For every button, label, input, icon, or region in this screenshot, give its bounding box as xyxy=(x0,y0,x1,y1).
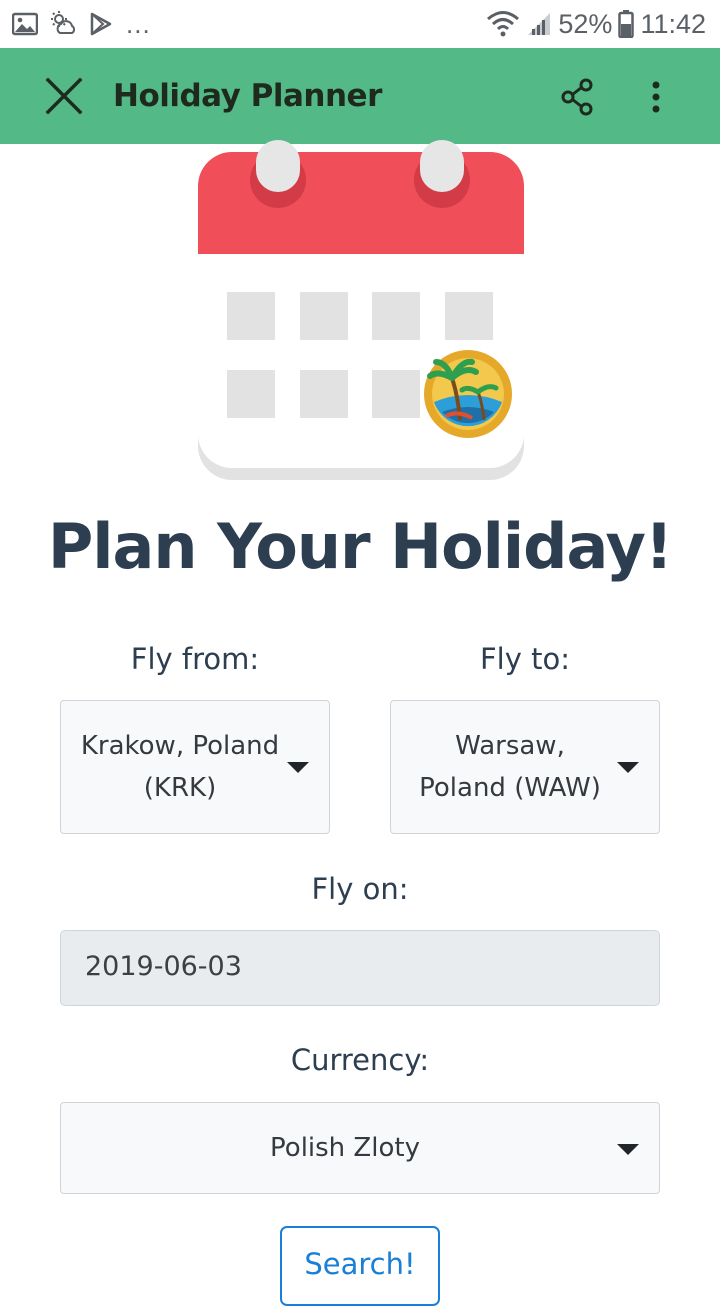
more-options-button[interactable] xyxy=(640,76,672,118)
chevron-down-icon xyxy=(617,1144,639,1155)
fly-from-value: Krakow, Poland (KRK) xyxy=(77,701,283,833)
close-button[interactable] xyxy=(40,76,88,118)
app-title: Holiday Planner xyxy=(113,78,382,114)
chevron-down-icon xyxy=(617,762,639,773)
status-bar: ... 52% 11:42 xyxy=(0,0,720,48)
status-right: 52% 11:42 xyxy=(486,8,706,40)
page-title: Plan Your Holiday! xyxy=(47,510,673,583)
currency-label: Currency: xyxy=(290,1043,430,1077)
fly-on-label: Fly on: xyxy=(311,872,409,906)
beach-badge-icon xyxy=(424,350,512,438)
wifi-icon xyxy=(487,11,520,37)
fly-to-value: Warsaw, Poland (WAW) xyxy=(407,701,613,833)
battery-percent: 52% xyxy=(558,8,613,39)
fly-from-value-line2: (KRK) xyxy=(143,773,217,803)
close-icon xyxy=(45,77,83,115)
calendar-illustration xyxy=(198,140,524,480)
fly-to-value-line1: Warsaw, xyxy=(455,731,565,761)
more-vert-icon xyxy=(652,81,660,113)
fly-to-label: Fly to: xyxy=(479,642,570,676)
image-icon xyxy=(12,12,38,36)
fly-from-label: Fly from: xyxy=(130,642,260,676)
fly-from-select[interactable]: Krakow, Poland (KRK) xyxy=(60,700,330,834)
share-icon xyxy=(561,78,593,116)
currency-select[interactable]: Polish Zloty xyxy=(60,1102,660,1194)
search-button[interactable]: Search! xyxy=(280,1226,440,1306)
overflow-notifications: ... xyxy=(126,9,151,39)
fly-from-value-line1: Krakow, Poland xyxy=(80,731,280,761)
status-left-icons: ... xyxy=(12,10,151,38)
play-store-icon xyxy=(90,12,112,36)
fly-to-select[interactable]: Warsaw, Poland (WAW) xyxy=(390,700,660,834)
fly-on-date-input[interactable]: 2019-06-03 xyxy=(60,930,660,1006)
weather-icon xyxy=(51,11,76,34)
app-bar: Holiday Planner xyxy=(0,48,720,144)
fly-to-value-line2: Poland (WAW) xyxy=(419,773,601,803)
signal-icon xyxy=(528,13,551,35)
chevron-down-icon xyxy=(287,762,309,773)
battery-icon xyxy=(618,10,635,38)
share-button[interactable] xyxy=(558,76,598,118)
clock: 11:42 xyxy=(640,8,706,39)
currency-value: Polish Zloty xyxy=(270,1133,420,1163)
